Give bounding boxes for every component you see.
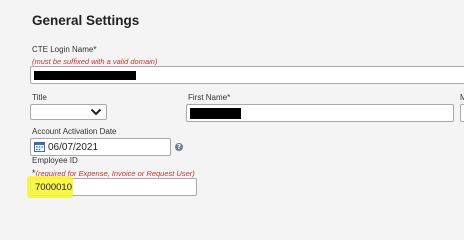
- activation-date-input[interactable]: 06/07/2021: [30, 138, 171, 156]
- redacted-value: [190, 108, 241, 119]
- title-select[interactable]: [30, 104, 107, 120]
- calendar-icon[interactable]: [34, 142, 45, 152]
- title-label: Title: [32, 93, 47, 102]
- login-name-note: (must be suffixed with a valid domain): [32, 57, 158, 66]
- activation-date-label: Account Activation Date: [32, 127, 117, 136]
- chevron-down-icon: [90, 108, 102, 116]
- help-icon[interactable]: ?: [175, 143, 183, 151]
- redacted-value: [34, 71, 136, 80]
- login-name-label: CTE Login Name*: [32, 45, 97, 54]
- employee-id-value: 7000010: [35, 181, 72, 193]
- middle-name-input[interactable]: [460, 104, 464, 122]
- activation-date-value: 06/07/2021: [48, 141, 99, 153]
- employee-id-input[interactable]: 7000010: [27, 176, 197, 198]
- employee-id-label: Employee ID: [32, 156, 78, 165]
- middle-name-label: M: [460, 93, 464, 102]
- first-name-label: First Name*: [188, 93, 231, 102]
- section-title: General Settings: [32, 13, 140, 28]
- login-name-input[interactable]: [30, 66, 464, 84]
- first-name-input[interactable]: [186, 104, 454, 122]
